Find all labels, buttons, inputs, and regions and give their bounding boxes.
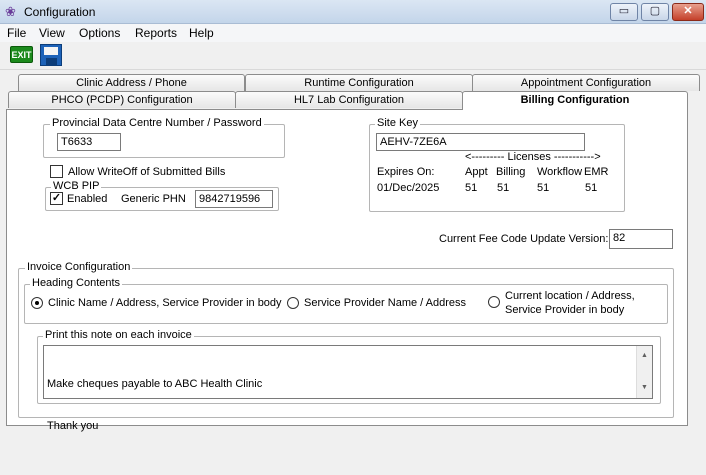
title-bar: ❀ Configuration ▭ ▢ ✕ — [0, 0, 706, 24]
app-icon: ❀ — [5, 4, 16, 19]
expires-value: 01/Dec/2025 — [377, 182, 440, 194]
license-val-appt: 51 — [465, 182, 478, 194]
fee-code-input[interactable]: 82 — [609, 229, 673, 249]
license-val-emr: 51 — [585, 182, 598, 194]
wcb-enabled-label: Enabled — [67, 193, 108, 205]
menu-file[interactable]: File — [7, 26, 26, 40]
site-key-input[interactable]: AEHV-7ZE6A — [376, 133, 585, 151]
menu-options[interactable]: Options — [79, 26, 120, 40]
scroll-down-icon[interactable]: ▼ — [641, 381, 648, 395]
invoice-legend: Invoice Configuration — [25, 261, 133, 273]
expires-label: Expires On: — [377, 166, 435, 178]
writeoff-label: Allow WriteOff of Submitted Bills — [68, 166, 226, 178]
toolbar: EXIT — [0, 42, 706, 70]
tab-billing-configuration[interactable]: Billing Configuration — [462, 91, 688, 110]
window-title: Configuration — [24, 5, 96, 19]
scroll-up-icon[interactable]: ▲ — [641, 349, 648, 363]
save-icon[interactable] — [40, 44, 62, 66]
provincial-legend: Provincial Data Centre Number / Password — [50, 117, 264, 129]
menu-bar: File View Options Reports Help — [0, 24, 706, 42]
minimize-button[interactable]: ▭ — [610, 3, 638, 21]
invoice-note-line1: Make cheques payable to ABC Health Clini… — [47, 378, 263, 390]
licenses-header: <--------- Licenses -----------> — [465, 151, 601, 163]
license-col-workflow: Workflow — [537, 166, 583, 178]
generic-phn-input[interactable]: 9842719596 — [195, 190, 273, 208]
provincial-number-input[interactable]: T6633 — [57, 133, 121, 151]
menu-reports[interactable]: Reports — [135, 26, 177, 40]
radio-current-location[interactable] — [488, 296, 500, 308]
radio-service-provider[interactable] — [287, 297, 299, 309]
wcb-legend: WCB PIP — [51, 180, 102, 192]
menu-view[interactable]: View — [39, 26, 65, 40]
menu-help[interactable]: Help — [189, 26, 214, 40]
tab-phco-configuration[interactable]: PHCO (PCDP) Configuration — [8, 91, 236, 108]
license-col-appt: Appt — [465, 166, 488, 178]
radio-current-location-label-line1: Current location / Address, — [505, 290, 635, 302]
maximize-button[interactable]: ▢ — [641, 3, 669, 21]
tab-runtime-configuration[interactable]: Runtime Configuration — [245, 74, 473, 91]
invoice-note-scrollbar[interactable]: ▲ ▼ — [636, 346, 652, 398]
radio-clinic-name-label: Clinic Name / Address, Service Provider … — [48, 297, 282, 309]
heading-contents-legend: Heading Contents — [30, 277, 123, 289]
license-val-workflow: 51 — [537, 182, 550, 194]
wcb-enabled-checkbox[interactable]: ✓ — [50, 192, 63, 205]
radio-current-location-label-line2: Service Provider in body — [505, 304, 625, 316]
radio-clinic-name[interactable] — [31, 297, 43, 309]
license-col-billing: Billing — [496, 166, 526, 178]
invoice-note-textarea[interactable]: Make cheques payable to ABC Health Clini… — [43, 345, 653, 432]
exit-icon[interactable]: EXIT — [10, 46, 33, 63]
invoice-note-line2: Thank you — [47, 420, 99, 432]
tab-clinic-address[interactable]: Clinic Address / Phone — [18, 74, 245, 91]
license-col-emr: EMR — [584, 166, 609, 178]
generic-phn-label: Generic PHN — [121, 193, 186, 205]
license-val-billing: 51 — [497, 182, 510, 194]
tab-appointment-configuration[interactable]: Appointment Configuration — [472, 74, 700, 91]
invoice-note-legend: Print this note on each invoice — [43, 329, 194, 341]
close-button[interactable]: ✕ — [672, 3, 704, 21]
billing-panel: Provincial Data Centre Number / Password… — [6, 109, 688, 432]
site-key-legend: Site Key — [375, 117, 420, 129]
tab-hl7-lab-configuration[interactable]: HL7 Lab Configuration — [235, 91, 463, 108]
fee-code-label: Current Fee Code Update Version: — [439, 233, 609, 245]
radio-service-provider-label: Service Provider Name / Address — [304, 297, 467, 309]
writeoff-checkbox[interactable] — [50, 165, 63, 178]
